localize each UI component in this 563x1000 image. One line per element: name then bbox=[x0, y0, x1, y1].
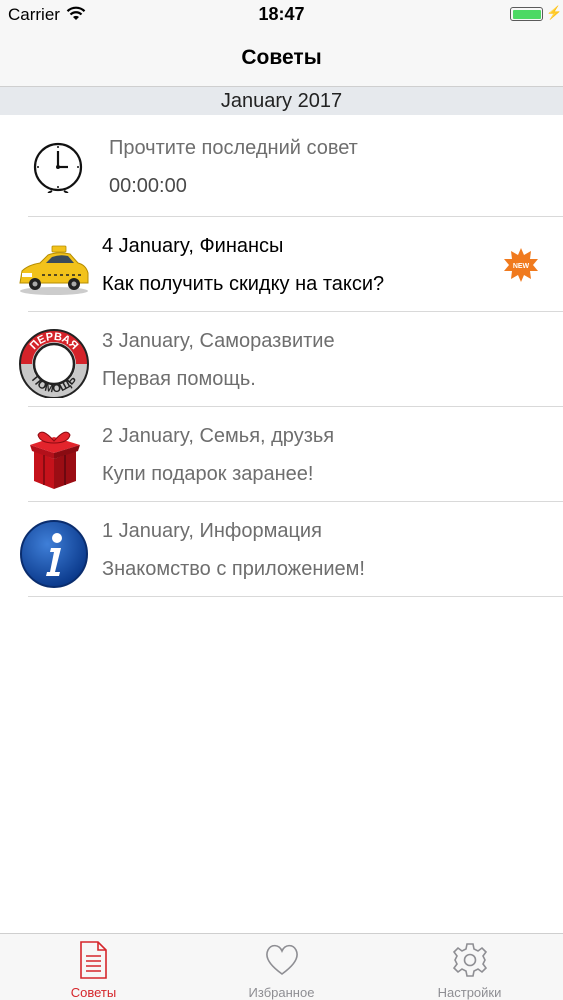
gear-icon bbox=[452, 943, 488, 977]
tab-label: Избранное bbox=[248, 985, 315, 1000]
timer-value: 00:00:00 bbox=[109, 175, 187, 197]
tip-row[interactable]: 4 January, Финансы Как получить скидку н… bbox=[0, 217, 563, 312]
new-badge-label: NEW bbox=[513, 263, 530, 270]
tip-date-category: 3 January, Саморазвитие bbox=[102, 330, 335, 352]
charging-icon: ⚡ bbox=[546, 5, 563, 20]
tip-date-category: 1 January, Информация bbox=[102, 520, 322, 542]
tab-bar: Советы Избранное Настройки bbox=[0, 933, 563, 1000]
tab-tips[interactable]: Советы bbox=[0, 934, 187, 1000]
new-badge: NEW bbox=[504, 248, 538, 282]
tab-settings[interactable]: Настройки bbox=[376, 934, 563, 1000]
tip-row[interactable]: ПЕРВАЯ ПОМОЩЬ 3 January, Саморазвитие Пе… bbox=[0, 312, 563, 407]
tab-favorites[interactable]: Избранное bbox=[188, 934, 375, 1000]
tip-title: Первая помощь. bbox=[102, 368, 256, 390]
clock-icon bbox=[33, 142, 83, 193]
section-title: January 2017 bbox=[220, 90, 343, 112]
tab-label: Советы bbox=[70, 985, 117, 1000]
document-icon bbox=[80, 941, 107, 979]
tip-row[interactable]: 2 January, Семья, друзья Купи подарок за… bbox=[0, 407, 563, 502]
tip-date-category: 4 January, Финансы bbox=[102, 235, 284, 257]
status-bar: Carrier 18:47 ⚡ bbox=[0, 0, 563, 30]
tip-date-category: 2 January, Семья, друзья bbox=[102, 425, 335, 447]
battery-icon bbox=[510, 7, 543, 21]
tip-title: Как получить скидку на такси? bbox=[102, 273, 385, 295]
status-time: 18:47 bbox=[258, 4, 305, 24]
heart-icon bbox=[266, 944, 298, 975]
navigation-bar: Советы bbox=[0, 30, 563, 87]
tip-title: Купи подарок заранее! bbox=[102, 463, 314, 485]
last-tip-timer-row[interactable]: Прочтите последний совет 00:00:00 bbox=[0, 115, 563, 217]
first-aid-icon: ПЕРВАЯ ПОМОЩЬ bbox=[19, 329, 89, 398]
tip-row[interactable]: 1 January, Информация Знакомство с прило… bbox=[0, 502, 563, 597]
gift-icon bbox=[30, 431, 80, 489]
taxi-icon bbox=[19, 245, 89, 295]
section-header: January 2017 bbox=[0, 87, 563, 115]
page-title: Советы bbox=[241, 46, 322, 69]
row-separator bbox=[28, 596, 563, 597]
tip-title: Знакомство с приложением! bbox=[102, 558, 365, 580]
timer-label: Прочтите последний совет bbox=[109, 137, 358, 159]
tab-label: Настройки bbox=[437, 985, 502, 1000]
info-icon bbox=[20, 520, 88, 588]
